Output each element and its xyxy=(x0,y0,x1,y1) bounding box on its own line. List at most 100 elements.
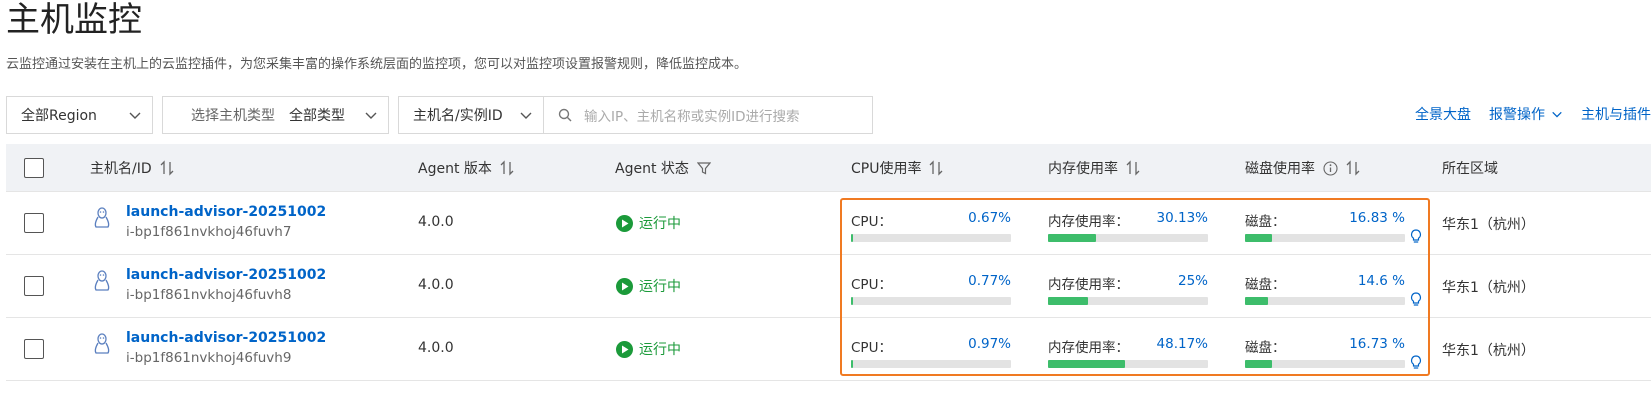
memory-usage-label: 内存使用率： xyxy=(1048,277,1129,293)
lightbulb-icon[interactable] xyxy=(1410,292,1422,307)
memory-usage-value[interactable]: 30.13% xyxy=(1157,210,1208,230)
play-icon xyxy=(616,277,633,295)
column-disk-label: 磁盘使用率 xyxy=(1245,161,1315,177)
host-cell: launch-advisor-20251002 i-bp1f861nvkhoj4… xyxy=(126,204,326,240)
column-memory[interactable]: 内存使用率 xyxy=(1048,144,1140,192)
status-text: 运行中 xyxy=(639,342,681,358)
play-icon xyxy=(616,340,633,358)
column-agent-version[interactable]: Agent 版本 xyxy=(418,144,514,192)
disk-usage-label: 磁盘： xyxy=(1245,277,1286,293)
memory-usage: 内存使用率： 48.17% xyxy=(1048,336,1208,368)
memory-usage-fill xyxy=(1048,234,1097,242)
select-all-checkbox[interactable] xyxy=(24,158,44,178)
disk-usage-fill xyxy=(1245,360,1272,368)
disk-usage: 磁盘： 16.73 % xyxy=(1245,336,1405,368)
disk-usage-bar xyxy=(1245,360,1405,368)
sort-icon[interactable] xyxy=(500,160,514,176)
memory-usage-fill xyxy=(1048,360,1126,368)
sort-icon[interactable] xyxy=(1126,160,1140,176)
region-cell: 华东1（杭州） xyxy=(1442,343,1535,359)
linux-icon xyxy=(92,332,112,356)
memory-usage-label: 内存使用率： xyxy=(1048,340,1129,356)
column-region-label: 所在区域 xyxy=(1442,161,1498,177)
search-input[interactable]: 输入IP、主机名称或实例ID进行搜索 xyxy=(543,96,873,134)
table-header: 主机名/ID Agent 版本 Agent 状态 CPU使用率 内存使用率 磁盘… xyxy=(6,144,1651,192)
sort-icon[interactable] xyxy=(160,160,174,176)
column-region: 所在区域 xyxy=(1442,144,1498,192)
host-name-link[interactable]: launch-advisor-20251002 xyxy=(126,204,326,220)
alarm-ops-label: 报警操作 xyxy=(1489,107,1545,123)
cpu-usage-label: CPU： xyxy=(851,340,892,356)
cpu-usage-value[interactable]: 0.97% xyxy=(968,336,1011,356)
info-icon[interactable] xyxy=(1323,160,1338,176)
column-agent-status-label: Agent 状态 xyxy=(615,161,689,177)
cpu-usage: CPU： 0.97% xyxy=(851,336,1011,368)
disk-usage-value[interactable]: 16.73 % xyxy=(1349,336,1405,356)
memory-usage-fill xyxy=(1048,297,1088,305)
host-instance-id: i-bp1f861nvkhoj46fuvh9 xyxy=(126,350,292,366)
memory-usage-value[interactable]: 48.17% xyxy=(1157,336,1208,356)
cpu-usage-label: CPU： xyxy=(851,214,892,230)
agent-version: 4.0.0 xyxy=(418,277,454,293)
host-instance-id: i-bp1f861nvkhoj46fuvh7 xyxy=(126,224,292,240)
table-row: launch-advisor-20251002 i-bp1f861nvkhoj4… xyxy=(6,318,1651,381)
region-select[interactable]: 全部Region xyxy=(6,96,153,134)
disk-usage-value[interactable]: 14.6 % xyxy=(1358,273,1405,293)
cpu-usage-fill xyxy=(851,360,853,368)
region-select-value: 全部Region xyxy=(21,108,97,124)
chevron-down-icon xyxy=(520,112,532,119)
host-name-link[interactable]: launch-advisor-20251002 xyxy=(126,330,326,346)
cpu-usage-label: CPU： xyxy=(851,277,892,293)
row-checkbox[interactable] xyxy=(24,339,44,359)
host-type-label: 选择主机类型 xyxy=(191,108,275,124)
host-type-select[interactable]: 选择主机类型 全部类型 xyxy=(162,96,389,134)
host-plugin-link[interactable]: 主机与插件 xyxy=(1581,104,1651,124)
memory-usage-bar xyxy=(1048,360,1208,368)
search-field-select[interactable]: 主机名/实例ID xyxy=(398,96,544,134)
host-cell: launch-advisor-20251002 i-bp1f861nvkhoj4… xyxy=(126,330,326,366)
host-cell: launch-advisor-20251002 i-bp1f861nvkhoj4… xyxy=(126,267,326,303)
agent-version: 4.0.0 xyxy=(418,214,454,230)
memory-usage-value[interactable]: 25% xyxy=(1178,273,1208,293)
cpu-usage-value[interactable]: 0.77% xyxy=(968,273,1011,293)
disk-usage-bar xyxy=(1245,234,1405,242)
column-cpu[interactable]: CPU使用率 xyxy=(851,144,943,192)
disk-usage-bar xyxy=(1245,297,1405,305)
column-agent-status[interactable]: Agent 状态 xyxy=(615,144,711,192)
disk-usage: 磁盘： 14.6 % xyxy=(1245,273,1405,305)
filter-icon[interactable] xyxy=(696,161,711,175)
row-checkbox[interactable] xyxy=(24,213,44,233)
disk-usage-fill xyxy=(1245,297,1269,305)
search-placeholder: 输入IP、主机名称或实例ID进行搜索 xyxy=(584,109,800,125)
panorama-link[interactable]: 全景大盘 xyxy=(1415,104,1471,124)
linux-icon xyxy=(92,206,112,230)
disk-usage-value[interactable]: 16.83 % xyxy=(1349,210,1405,230)
cpu-usage: CPU： 0.77% xyxy=(851,273,1011,305)
column-host[interactable]: 主机名/ID xyxy=(90,144,174,192)
search-field-value: 主机名/实例ID xyxy=(413,108,503,124)
alarm-ops-dropdown[interactable]: 报警操作 xyxy=(1489,104,1563,124)
column-host-label: 主机名/ID xyxy=(90,161,152,177)
sort-icon[interactable] xyxy=(1346,160,1360,176)
cpu-usage-value[interactable]: 0.67% xyxy=(968,210,1011,230)
status-badge: 运行中 xyxy=(616,339,681,359)
disk-usage-label: 磁盘： xyxy=(1245,214,1286,230)
column-agent-version-label: Agent 版本 xyxy=(418,161,492,177)
search-icon xyxy=(558,108,572,122)
page-description: 云监控通过安装在主机上的云监控插件，为您采集丰富的操作系统层面的监控项，您可以对… xyxy=(6,57,748,72)
sort-icon[interactable] xyxy=(929,160,943,176)
memory-usage: 内存使用率： 25% xyxy=(1048,273,1208,305)
memory-usage: 内存使用率： 30.13% xyxy=(1048,210,1208,242)
row-checkbox[interactable] xyxy=(24,276,44,296)
memory-usage-bar xyxy=(1048,234,1208,242)
disk-usage-label: 磁盘： xyxy=(1245,340,1286,356)
lightbulb-icon[interactable] xyxy=(1410,229,1422,244)
column-disk[interactable]: 磁盘使用率 xyxy=(1245,144,1360,192)
lightbulb-icon[interactable] xyxy=(1410,355,1422,370)
host-name-link[interactable]: launch-advisor-20251002 xyxy=(126,267,326,283)
disk-usage: 磁盘： 16.83 % xyxy=(1245,210,1405,242)
cpu-usage-fill xyxy=(851,297,853,305)
cpu-usage-bar xyxy=(851,234,1011,242)
page-title: 主机监控 xyxy=(6,0,142,40)
table-row: launch-advisor-20251002 i-bp1f861nvkhoj4… xyxy=(6,192,1651,255)
